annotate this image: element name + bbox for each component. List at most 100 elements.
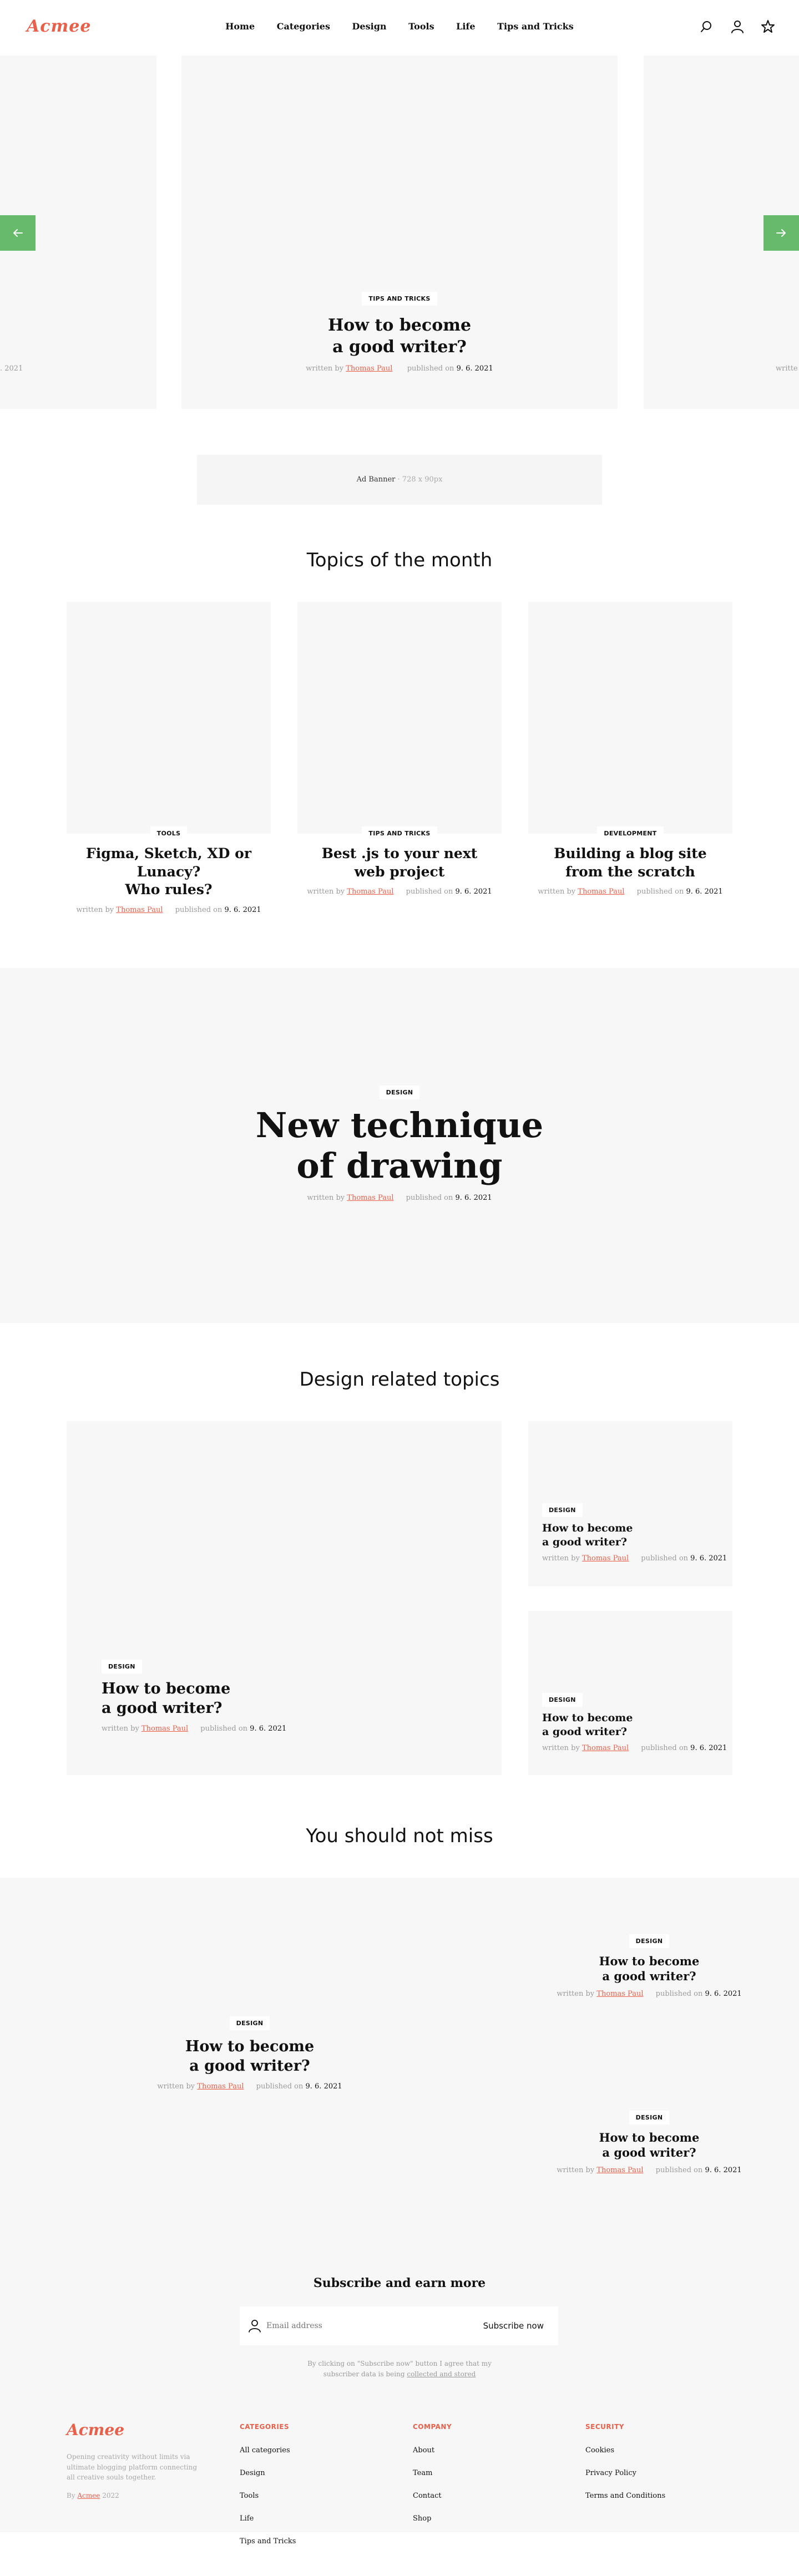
written-by-label: written by: [307, 888, 345, 896]
topic-card-image[interactable]: [67, 602, 271, 834]
footer-link-team[interactable]: Team: [413, 2469, 432, 2477]
nav-design[interactable]: Design: [352, 21, 387, 32]
design-side-title-line1: How to become: [542, 1522, 633, 1534]
footer-link-design[interactable]: Design: [240, 2469, 265, 2477]
topic-card-title[interactable]: Building a blog site from the scratch: [528, 845, 732, 881]
topic-card-image[interactable]: [297, 602, 502, 834]
topic-card: TIPS AND TRICKS Best .js to your next we…: [297, 826, 502, 896]
footer-link-all-categories[interactable]: All categories: [240, 2446, 290, 2455]
written-by-label: written by: [538, 888, 576, 896]
author-link[interactable]: Thomas Paul: [582, 1554, 629, 1563]
user-icon[interactable]: [730, 19, 745, 34]
author-link[interactable]: Thomas Paul: [578, 888, 624, 896]
topic-card-title-line2: from the scratch: [565, 863, 695, 880]
author-link[interactable]: Thomas Paul: [347, 888, 393, 896]
footer-copyright: By Acmee 2022: [67, 2492, 119, 2499]
design-side-card-title[interactable]: How to become a good writer?: [542, 1711, 727, 1738]
email-input[interactable]: [266, 2316, 455, 2335]
post-date: 9. 6. 2021: [455, 888, 492, 896]
post-meta: written by Thomas Paul published on 9. 6…: [528, 888, 732, 896]
footer-link-contact[interactable]: Contact: [413, 2492, 442, 2500]
design-main-card[interactable]: DESIGN How to become a good writer? writ…: [67, 1421, 502, 1775]
post-date: 9. 6. 2021: [250, 1725, 287, 1733]
slider-prev-button[interactable]: [0, 215, 36, 251]
miss-item[interactable]: DESIGN How to become a good writer? writ…: [522, 1934, 777, 1998]
author-link[interactable]: Thomas Paul: [346, 364, 392, 373]
topic-card: DEVELOPMENT Building a blog site from th…: [528, 826, 732, 896]
category-tag[interactable]: TOOLS: [150, 826, 188, 840]
footer-logo[interactable]: Acmee: [67, 2421, 124, 2439]
footer-link-tools[interactable]: Tools: [240, 2492, 259, 2500]
collected-and-stored-link[interactable]: collected and stored: [407, 2370, 476, 2378]
footer-security-title: SECURITY: [585, 2423, 624, 2431]
author-link[interactable]: Thomas Paul: [141, 1725, 188, 1733]
design-side-title-line1: How to become: [542, 1712, 633, 1724]
author-link[interactable]: Thomas Paul: [347, 1194, 393, 1202]
miss-item-title-line1: How to become: [185, 2038, 315, 2055]
design-side-card[interactable]: DESIGN How to become a good writer? writ…: [528, 1421, 732, 1586]
miss-item-title[interactable]: How to become a good writer?: [122, 2037, 377, 2076]
design-side-card-title[interactable]: How to become a good writer?: [542, 1522, 727, 1549]
miss-item[interactable]: DESIGN How to become a good writer? writ…: [522, 2111, 777, 2174]
topic-card: TOOLS Figma, Sketch, XD or Lunacy? Who r…: [67, 826, 271, 914]
featured-title-line2: of drawing: [296, 1145, 503, 1186]
slide-current[interactable]: TIPS AND TRICKS How to become a good wri…: [181, 55, 618, 409]
author-link[interactable]: Thomas Paul: [596, 2166, 643, 2174]
search-icon[interactable]: [699, 19, 715, 34]
post-meta: written by Thomas Paul published on 9. 6…: [102, 1725, 286, 1733]
topic-card-title[interactable]: Best .js to your next web project: [297, 845, 502, 881]
miss-item-title-line1: How to become: [599, 2131, 700, 2144]
footer-link-tips-and-tricks[interactable]: Tips and Tricks: [240, 2537, 296, 2545]
subscribe-button[interactable]: Subscribe now: [476, 2316, 552, 2335]
nav-categories[interactable]: Categories: [277, 21, 330, 32]
design-main-card-title[interactable]: How to become a good writer?: [102, 1679, 286, 1718]
subscribe-title: Subscribe and earn more: [313, 2276, 486, 2290]
topic-card-title[interactable]: Figma, Sketch, XD or Lunacy? Who rules?: [67, 845, 271, 899]
author-link[interactable]: Thomas Paul: [116, 906, 163, 914]
footer-link-cookies[interactable]: Cookies: [585, 2446, 614, 2455]
nav-tips-and-tricks[interactable]: Tips and Tricks: [497, 21, 574, 32]
category-tag[interactable]: DEVELOPMENT: [597, 826, 664, 840]
star-icon[interactable]: [760, 19, 776, 34]
footer-brand-link[interactable]: Acmee: [77, 2492, 100, 2499]
topic-card-image[interactable]: [528, 602, 732, 834]
category-tag[interactable]: DESIGN: [379, 1086, 420, 1099]
category-tag[interactable]: DESIGN: [102, 1660, 142, 1674]
category-tag[interactable]: TIPS AND TRICKS: [362, 826, 437, 840]
category-tag[interactable]: DESIGN: [542, 1693, 583, 1707]
post-date: 9. 6. 2021: [455, 1194, 492, 1203]
nav-home[interactable]: Home: [225, 21, 255, 32]
footer-link-about[interactable]: About: [413, 2446, 434, 2455]
nav-tools[interactable]: Tools: [408, 21, 434, 32]
arrow-left-icon: [13, 229, 23, 237]
footer-year: 2022: [102, 2492, 119, 2499]
category-tag[interactable]: DESIGN: [629, 2111, 670, 2124]
subscribe-note-prefix: subscriber data is being: [323, 2370, 405, 2379]
category-tag[interactable]: TIPS AND TRICKS: [362, 292, 437, 306]
featured-post[interactable]: DESIGN New technique of drawing written …: [0, 968, 799, 1323]
miss-item-title[interactable]: How to become a good writer?: [522, 1954, 777, 1984]
ad-banner[interactable]: Ad Banner · 728 x 90px: [197, 455, 602, 505]
hero-title[interactable]: How to become a good writer?: [181, 315, 618, 358]
footer-link-terms-and-conditions[interactable]: Terms and Conditions: [585, 2492, 665, 2500]
design-side-card[interactable]: DESIGN How to become a good writer? writ…: [528, 1611, 732, 1775]
post-date: 9. 6. 2021: [705, 1989, 742, 1998]
miss-item-title[interactable]: How to become a good writer?: [522, 2130, 777, 2161]
topic-card-title-line1: Best .js to your next: [321, 845, 478, 861]
category-tag[interactable]: DESIGN: [229, 2016, 270, 2030]
written-by-label: written by: [157, 2082, 195, 2091]
footer-desc-line1: Opening creativity without limits via: [67, 2453, 190, 2461]
author-link[interactable]: Thomas Paul: [582, 1744, 629, 1752]
slider-next-button[interactable]: [763, 215, 799, 251]
footer-link-shop[interactable]: Shop: [413, 2514, 431, 2523]
category-tag[interactable]: DESIGN: [629, 1934, 670, 1948]
author-link[interactable]: Thomas Paul: [197, 2082, 244, 2091]
miss-item[interactable]: DESIGN How to become a good writer? writ…: [122, 2016, 377, 2091]
footer-link-life[interactable]: Life: [240, 2514, 254, 2523]
author-link[interactable]: Thomas Paul: [596, 1990, 643, 1998]
footer-link-privacy-policy[interactable]: Privacy Policy: [585, 2469, 636, 2477]
featured-post-title[interactable]: New technique of drawing: [0, 1105, 799, 1186]
design-main-title-line2: a good writer?: [102, 1700, 222, 1717]
category-tag[interactable]: DESIGN: [542, 1503, 583, 1517]
nav-life[interactable]: Life: [456, 21, 475, 32]
